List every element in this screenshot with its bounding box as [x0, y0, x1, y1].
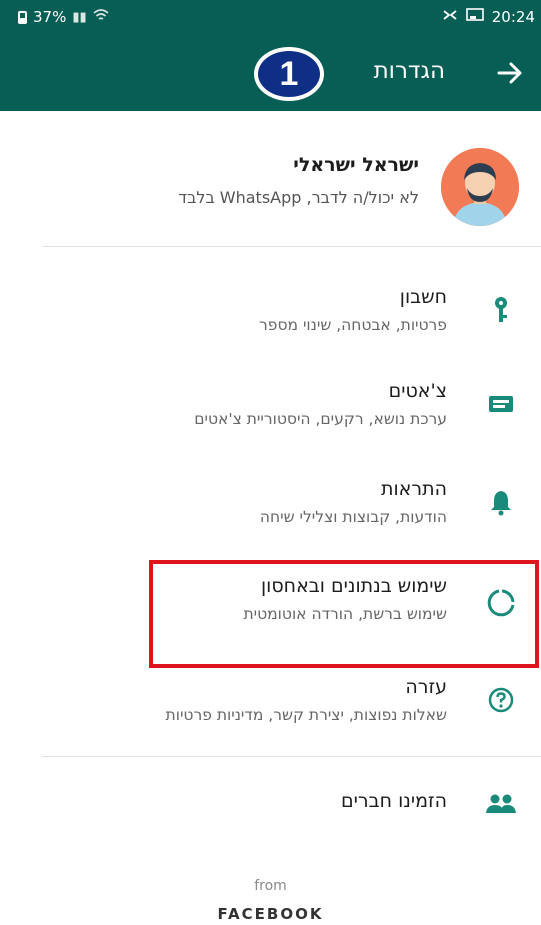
status-bar: 37% ▮▮ 20:24 [0, 0, 541, 36]
settings-item-chats[interactable]: צ'אטים ערכת נושא, רקעים, היסטוריית צ'אטי… [0, 380, 541, 480]
people-icon [483, 786, 519, 822]
key-icon [483, 292, 519, 328]
settings-item-subtitle: שאלות נפוצות, יצירת קשר, מדיניות פרטיות [165, 706, 447, 724]
footer-from: from [254, 878, 287, 894]
wifi-icon [93, 8, 109, 26]
divider [42, 756, 541, 757]
battery-percentage: 37% [33, 8, 67, 26]
profile-name: ישראל ישראלי [293, 154, 419, 176]
signal-icon: ▮▮ [72, 9, 87, 25]
bluetooth-icon [442, 8, 458, 26]
profile-status: לא יכול/ה לדבר, WhatsApp בלבד [178, 188, 419, 207]
clock: 20:24 [491, 8, 535, 26]
bell-icon [483, 484, 519, 520]
step-badge: 1 [254, 47, 324, 101]
settings-item-subtitle: ערכת נושא, רקעים, היסטוריית צ'אטים [194, 410, 447, 428]
status-right: 20:24 [442, 8, 535, 26]
profile-row[interactable]: ישראל ישראלי לא יכול/ה לדבר, WhatsApp בל… [0, 130, 541, 240]
settings-item-title: חשבון [399, 286, 447, 308]
chat-icon [483, 386, 519, 422]
settings-item-help[interactable]: עזרה שאלות נפוצות, יצירת קשר, מדיניות פר… [0, 676, 541, 776]
status-left: 37% ▮▮ [18, 8, 109, 26]
footer-brand: FACEBOOK [217, 905, 324, 923]
settings-item-title: התראות [381, 478, 447, 500]
settings-item-title: צ'אטים [388, 380, 447, 402]
settings-item-title: הזמינו חברים [341, 790, 447, 812]
page-title: הגדרות [373, 58, 445, 84]
cast-icon [465, 8, 484, 26]
settings-item-title: עזרה [405, 676, 447, 698]
settings-item-account[interactable]: חשבון פרטיות, אבטחה, שינוי מספר [0, 270, 541, 370]
avatar[interactable] [441, 148, 519, 226]
divider [42, 246, 541, 247]
settings-item-subtitle: פרטיות, אבטחה, שינוי מספר [259, 316, 447, 334]
highlight-box [149, 560, 539, 668]
arrow-right-icon[interactable] [493, 56, 527, 90]
settings-item-invite[interactable]: הזמינו חברים [0, 790, 541, 890]
help-icon [483, 682, 519, 718]
app-bar: הגדרות 1 [0, 36, 541, 111]
battery-icon [18, 10, 27, 24]
settings-item-subtitle: הודעות, קבוצות וצלילי שיחה [259, 508, 447, 526]
